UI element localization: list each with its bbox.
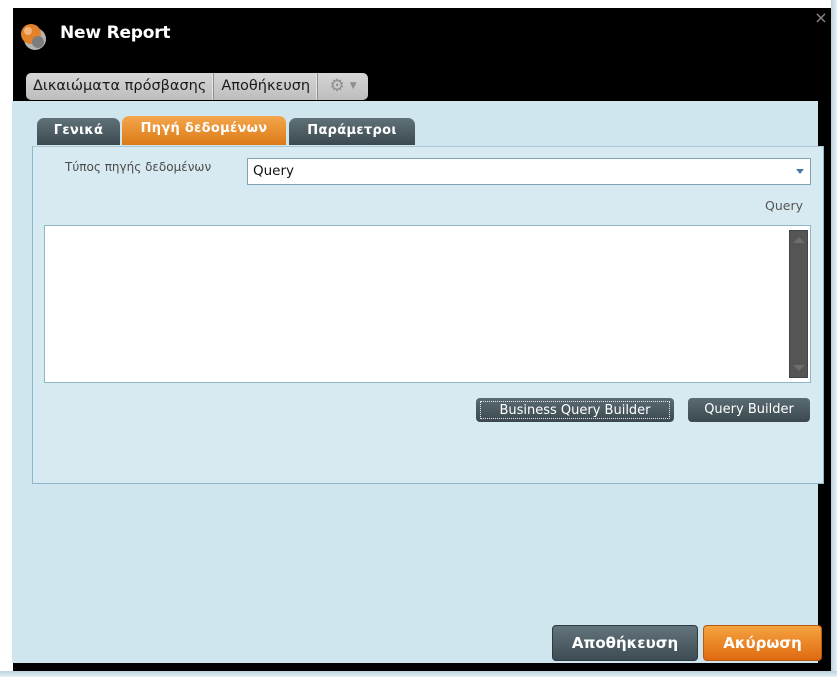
- app-logo-icon: [21, 24, 46, 50]
- business-query-builder-button[interactable]: Business Query Builder: [476, 398, 674, 422]
- close-button[interactable]: ×: [812, 8, 830, 28]
- toolbar: Δικαιώματα πρόσβασης Αποθήκευση ⚙ ▼: [26, 73, 369, 100]
- gear-icon: ⚙: [329, 76, 345, 96]
- query-scrollbar[interactable]: [789, 230, 808, 378]
- query-builder-button[interactable]: Query Builder: [688, 398, 810, 422]
- datasource-type-value: Query: [253, 163, 295, 179]
- tab-parameters[interactable]: Παράμετροι: [289, 118, 415, 145]
- tab-general[interactable]: Γενικά: [37, 118, 120, 145]
- save-button[interactable]: Αποθήκευση: [552, 625, 698, 661]
- datasource-type-label: Τύπος πηγής δεδομένων: [65, 160, 212, 174]
- query-label: Query: [765, 198, 803, 213]
- business-query-builder-label: Business Query Builder: [480, 401, 670, 419]
- datasource-type-select[interactable]: Query: [247, 158, 811, 185]
- scroll-up-icon[interactable]: [793, 237, 805, 243]
- dropdown-arrow-icon: [796, 169, 804, 174]
- dialog-title: New Report: [60, 23, 171, 43]
- access-rights-button[interactable]: Δικαιώματα πρόσβασης: [26, 73, 215, 100]
- settings-dropdown-button[interactable]: ⚙ ▼: [318, 73, 368, 100]
- frame-edge-right: [831, 0, 837, 677]
- title-bar: New Report ×: [13, 8, 831, 68]
- frame-edge-bottom: [0, 671, 837, 677]
- scroll-down-icon[interactable]: [793, 365, 805, 371]
- tab-datasource[interactable]: Πηγή δεδομένων: [122, 116, 286, 145]
- query-textarea[interactable]: [44, 225, 811, 383]
- toolbar-save-button[interactable]: Αποθήκευση: [214, 73, 319, 100]
- cancel-button[interactable]: Ακύρωση: [703, 625, 822, 661]
- chevron-down-icon: ▼: [349, 81, 357, 91]
